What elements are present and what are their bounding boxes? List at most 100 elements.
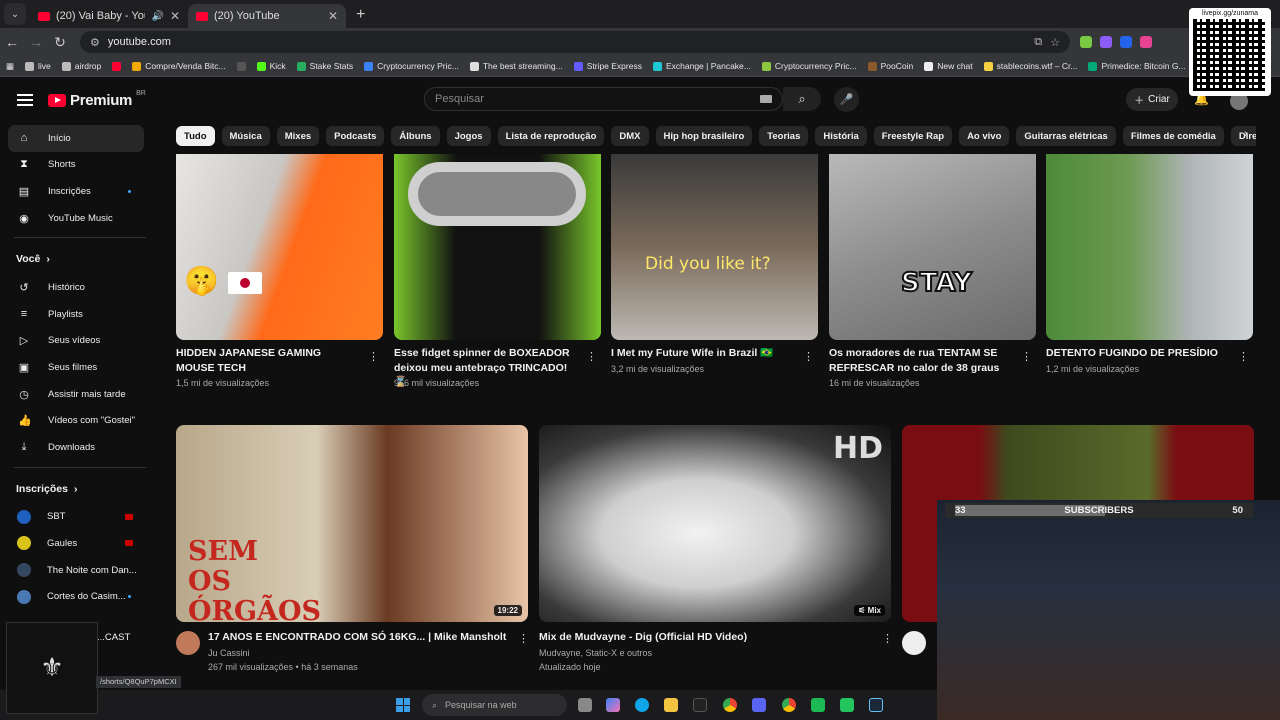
extension-icon[interactable] xyxy=(1080,36,1092,48)
browser-tab-1[interactable]: (20) Vai Baby - YouTube 🔊 ✕ xyxy=(30,4,188,28)
more-options-icon[interactable]: ⋮ xyxy=(803,350,814,363)
channel-avatar[interactable] xyxy=(902,631,926,655)
more-options-icon[interactable]: ⋮ xyxy=(518,632,529,645)
bookmark-item[interactable]: Kick xyxy=(256,61,286,71)
video-title[interactable]: Mix de Mudvayne - Dig (Official HD Video… xyxy=(539,630,859,645)
sidebar-item-inicio[interactable]: ⌂ Início xyxy=(8,125,144,152)
search-button[interactable]: ⌕ xyxy=(783,87,821,111)
bookmark-item[interactable]: Compre/Venda Bitc... xyxy=(132,61,226,71)
bookmark-item[interactable]: Stripe Express xyxy=(573,61,642,71)
more-options-icon[interactable]: ⋮ xyxy=(586,350,597,363)
channel-name[interactable]: Ju Cassini xyxy=(208,646,250,660)
chrome-icon[interactable] xyxy=(782,698,796,712)
sidebar-item-assistir-mais-tarde[interactable]: ◷ Assistir mais tarde xyxy=(0,381,160,408)
sidebar-item-historico[interactable]: ↺ Histórico xyxy=(0,274,160,301)
bookmark-star-icon[interactable]: ☆ xyxy=(1050,36,1060,49)
site-info-icon[interactable]: ⚙ xyxy=(90,36,100,49)
bookmark-item[interactable]: New chat xyxy=(924,61,973,71)
chip[interactable]: História xyxy=(815,126,867,146)
sidebar-item-shorts[interactable]: ⧗ Shorts xyxy=(0,152,160,179)
video-thumbnail[interactable]: SEM OS ÓRGÃOS 19:22 xyxy=(176,425,528,622)
keyboard-icon[interactable] xyxy=(760,95,772,103)
search-input[interactable]: Pesquisar xyxy=(424,87,783,111)
chip[interactable]: Mixes xyxy=(276,126,320,146)
sidebar-item-videos-gostei[interactable]: 👍 Vídeos com "Gostei" xyxy=(0,407,160,434)
bookmark-item[interactable]: PooCoin xyxy=(867,61,913,71)
chevron-right-icon[interactable]: › xyxy=(1244,128,1248,140)
video-title[interactable]: Os moradores de rua TENTAM SE REFRESCAR … xyxy=(829,346,1015,375)
install-app-icon[interactable]: ⧉ xyxy=(1034,36,1042,49)
channel-name[interactable]: Mudvayne, Static-X e outros xyxy=(539,646,652,660)
bookmark-item[interactable]: Cryptocurrency Pric... xyxy=(761,61,857,71)
channel-avatar[interactable] xyxy=(176,631,200,655)
back-icon[interactable]: ← xyxy=(0,34,24,50)
video-thumbnail[interactable]: STAY xyxy=(829,154,1036,340)
video-title[interactable]: 17 ANOS E ENCONTRADO COM SÓ 16KG... | Mi… xyxy=(208,630,508,645)
bookmark-item[interactable]: The best streaming... xyxy=(469,61,563,71)
bookmark-item[interactable]: Exchange | Pancake... xyxy=(652,61,751,71)
sidebar-section-voce[interactable]: Você › xyxy=(0,244,160,274)
close-tab-icon[interactable]: ✕ xyxy=(170,9,180,23)
taskbar-search-input[interactable]: ⌕ Pesquisar na web xyxy=(422,694,567,716)
chip[interactable]: Teorias xyxy=(759,126,809,146)
chip[interactable]: Podcasts xyxy=(326,126,385,146)
close-tab-icon[interactable]: ✕ xyxy=(328,9,338,23)
chip[interactable]: Álbuns xyxy=(391,126,440,146)
browser-tab-2[interactable]: (20) YouTube ✕ xyxy=(188,4,346,28)
video-thumbnail[interactable]: HD ⚟ Mix xyxy=(539,425,891,622)
sidebar-item-seus-filmes[interactable]: ▣ Seus filmes xyxy=(0,354,160,381)
video-title[interactable]: DETENTO FUGINDO DE PRESÍDIO xyxy=(1046,346,1232,361)
copilot-icon[interactable] xyxy=(606,698,620,712)
menu-icon[interactable] xyxy=(17,94,33,106)
chip[interactable]: Lista de reprodução xyxy=(497,126,605,146)
bookmark-item[interactable] xyxy=(112,61,122,71)
bookmark-item[interactable]: Primedice: Bitcoin G... xyxy=(1088,61,1186,71)
voice-search-button[interactable]: 🎤 xyxy=(834,87,859,112)
bookmark-item[interactable]: Cryptocurrency Pric... xyxy=(364,61,459,71)
chip[interactable]: Ao vivo xyxy=(959,126,1010,146)
windows-start-icon[interactable] xyxy=(396,698,410,712)
discord-icon[interactable] xyxy=(752,698,766,712)
sidebar-sub-cortes-casimiro[interactable]: Cortes do Casim... xyxy=(0,583,160,610)
chip[interactable]: Filmes de comédia xyxy=(1122,126,1224,146)
extension-icon[interactable] xyxy=(1100,36,1112,48)
more-options-icon[interactable]: ⋮ xyxy=(882,632,893,645)
chrome-icon[interactable] xyxy=(723,698,737,712)
sidebar-sub-gaules[interactable]: Gaules xyxy=(0,530,160,557)
bookmark-item[interactable]: live xyxy=(25,61,51,71)
bookmark-item[interactable]: airdrop xyxy=(61,61,101,71)
url-bar[interactable]: ⚙ youtube.com ⧉ ☆ xyxy=(80,31,1070,53)
forward-icon[interactable]: → xyxy=(24,34,48,50)
chip[interactable]: Música xyxy=(221,126,270,146)
sidebar-sub-the-noite[interactable]: The Noite com Dan... xyxy=(0,557,160,584)
bookmark-item[interactable]: stablecoins.wtf – Cr... xyxy=(983,61,1077,71)
more-options-icon[interactable]: ⋮ xyxy=(1238,350,1249,363)
file-explorer-icon[interactable] xyxy=(664,698,678,712)
extension-icon[interactable] xyxy=(1120,36,1132,48)
edge-icon[interactable] xyxy=(635,698,649,712)
chip-tudo[interactable]: Tudo xyxy=(176,126,215,146)
bookmark-item[interactable] xyxy=(236,61,246,71)
video-title[interactable]: HIDDEN JAPANESE GAMING MOUSE TECH xyxy=(176,346,362,375)
chip[interactable]: Freestyle Rap xyxy=(873,126,953,146)
tiktok-icon[interactable] xyxy=(693,698,707,712)
video-thumbnail[interactable]: 🤫 xyxy=(176,154,383,340)
more-options-icon[interactable]: ⋮ xyxy=(368,350,379,363)
sidebar-item-inscricoes[interactable]: ▤ Inscrições xyxy=(0,178,160,205)
extension-icon[interactable] xyxy=(1140,36,1152,48)
chip[interactable]: Guitarras elétricas xyxy=(1016,126,1116,146)
tab-search-icon[interactable]: ⌄ xyxy=(4,3,26,25)
sidebar-item-seus-videos[interactable]: ▷ Seus vídeos xyxy=(0,328,160,355)
chip[interactable]: Jogos xyxy=(446,126,491,146)
app-icon[interactable] xyxy=(811,698,825,712)
audio-playing-icon[interactable]: 🔊 xyxy=(151,11,163,22)
chip[interactable]: DMX xyxy=(611,126,649,146)
video-thumbnail[interactable] xyxy=(394,154,601,340)
chip[interactable]: Hip hop brasileiro xyxy=(655,126,753,146)
more-options-icon[interactable]: ⋮ xyxy=(1021,350,1032,363)
new-tab-icon[interactable]: + xyxy=(356,6,365,24)
youtube-premium-logo[interactable]: Premium BR xyxy=(48,90,146,109)
video-title[interactable]: I Met my Future Wife in Brazil 🇧🇷 xyxy=(611,346,797,361)
apps-icon[interactable]: ▦ xyxy=(6,61,14,72)
task-view-icon[interactable] xyxy=(578,698,592,712)
